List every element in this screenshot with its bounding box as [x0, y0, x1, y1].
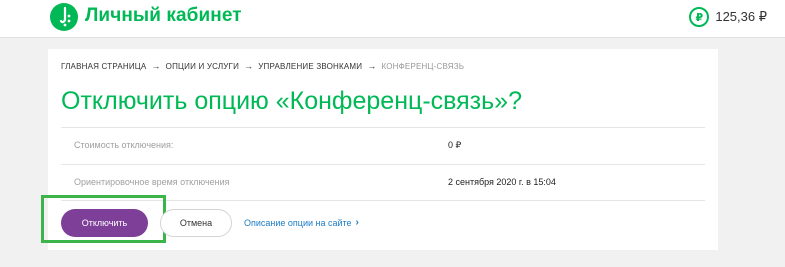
breadcrumb: ГЛАВНАЯ СТРАНИЦА → ОПЦИИ И УСЛУГИ → УПРА… — [61, 61, 464, 71]
info-label: Стоимость отключения: — [74, 140, 174, 150]
top-header: Личный кабинет ₽ 125,36 ₽ — [0, 0, 785, 38]
info-table: Стоимость отключения: 0 ₽ Ориентировочно… — [61, 127, 705, 201]
breadcrumb-item-options[interactable]: ОПЦИИ И УСЛУГИ — [166, 62, 239, 71]
info-value: 2 сентября 2020 г. в 15:04 — [448, 177, 556, 187]
breadcrumb-item-home[interactable]: ГЛАВНАЯ СТРАНИЦА — [61, 62, 146, 71]
chevron-right-icon: › — [355, 217, 359, 228]
breadcrumb-arrow-icon: → — [244, 61, 254, 71]
balance-widget[interactable]: ₽ 125,36 ₽ — [689, 6, 767, 28]
breadcrumb-arrow-icon: → — [151, 61, 161, 71]
brand-title[interactable]: Личный кабинет — [85, 5, 242, 27]
page-title: Отключить опцию «Конференц-связь»? — [61, 87, 522, 115]
link-label: Описание опции на сайте — [244, 217, 352, 228]
breadcrumb-arrow-icon: → — [367, 61, 377, 71]
breadcrumb-item-call-management[interactable]: УПРАВЛЕНИЕ ЗВОНКАМИ — [258, 62, 362, 71]
info-row-cost: Стоимость отключения: 0 ₽ — [61, 127, 705, 164]
breadcrumb-item-current: КОНФЕРЕНЦ-СВЯЗЬ — [381, 61, 465, 71]
info-value: 0 ₽ — [448, 140, 462, 150]
disable-button[interactable]: Отключить — [61, 209, 148, 237]
option-description-link[interactable]: Описание опции на сайте › — [244, 217, 359, 228]
balance-amount: 125,36 ₽ — [715, 9, 767, 24]
cancel-button[interactable]: Отмена — [160, 209, 232, 237]
info-label: Ориентировочное время отключения — [74, 177, 230, 187]
megafon-logo-icon[interactable] — [50, 3, 78, 31]
ruble-icon: ₽ — [689, 7, 710, 27]
